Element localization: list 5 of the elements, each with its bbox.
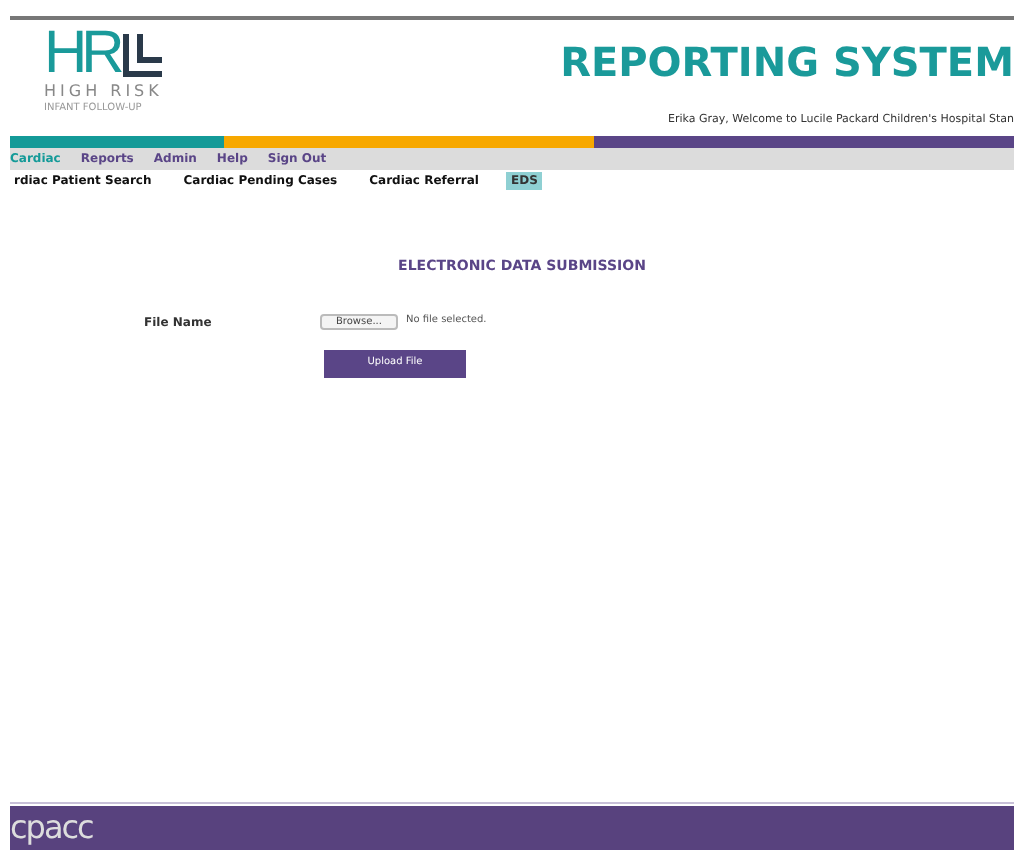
logo-mark-icon (122, 34, 163, 82)
logo-letters: HR (44, 26, 119, 82)
footer-logo: cpacc (10, 810, 93, 846)
logo-line: HIGH RISK (44, 82, 163, 102)
page-title: REPORTING SYSTEM (560, 36, 1014, 88)
